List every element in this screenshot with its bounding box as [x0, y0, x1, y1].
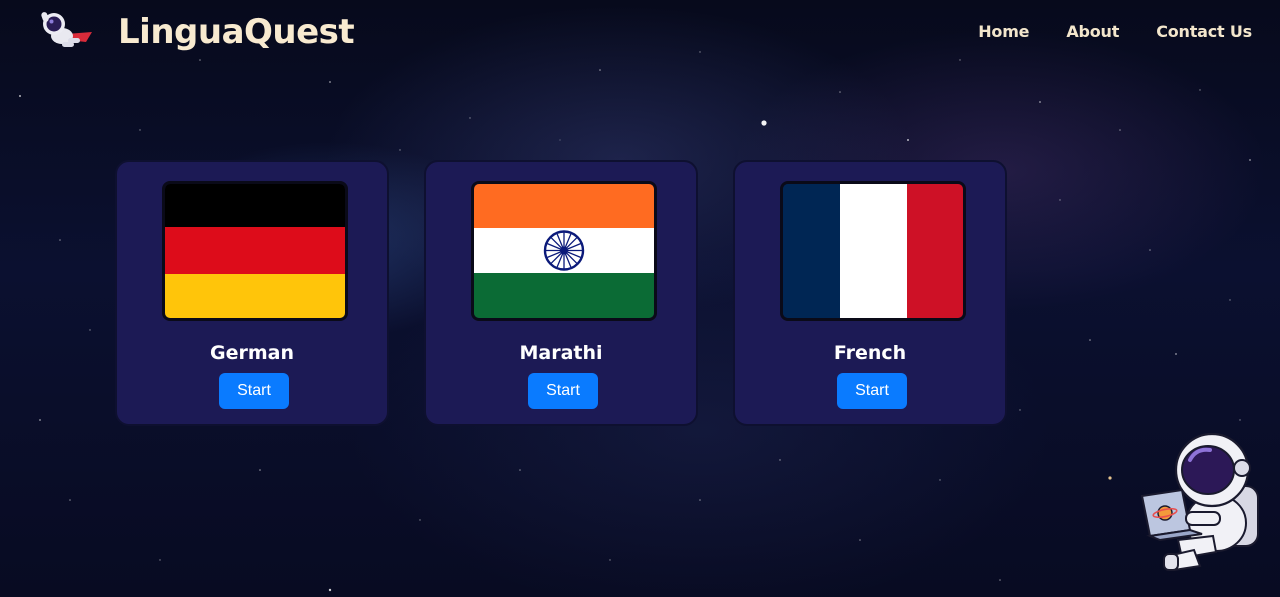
language-card-german: German Start — [115, 160, 389, 426]
nav-link-contact-us[interactable]: Contact Us — [1156, 22, 1252, 41]
language-card-french: French Start — [733, 160, 1007, 426]
nav-link-about[interactable]: About — [1066, 22, 1119, 41]
india-flag-icon — [471, 181, 657, 321]
flying-astronaut-icon[interactable] — [36, 8, 96, 56]
start-german-button[interactable]: Start — [219, 373, 289, 409]
nav-link-home[interactable]: Home — [978, 22, 1029, 41]
france-flag-icon — [780, 181, 966, 321]
language-name: Marathi — [519, 342, 603, 364]
language-card-marathi: Marathi Start — [424, 160, 698, 426]
language-name: German — [210, 342, 294, 364]
brand-title[interactable]: LinguaQuest — [118, 12, 355, 52]
top-navbar: LinguaQuest Home About Contact Us — [0, 0, 1280, 70]
start-french-button[interactable]: Start — [837, 373, 907, 409]
main-nav: Home About Contact Us — [978, 22, 1252, 41]
astronaut-with-laptop-icon — [1140, 432, 1259, 572]
start-marathi-button[interactable]: Start — [528, 373, 598, 409]
language-name: French — [833, 342, 907, 364]
germany-flag-icon — [162, 181, 348, 321]
